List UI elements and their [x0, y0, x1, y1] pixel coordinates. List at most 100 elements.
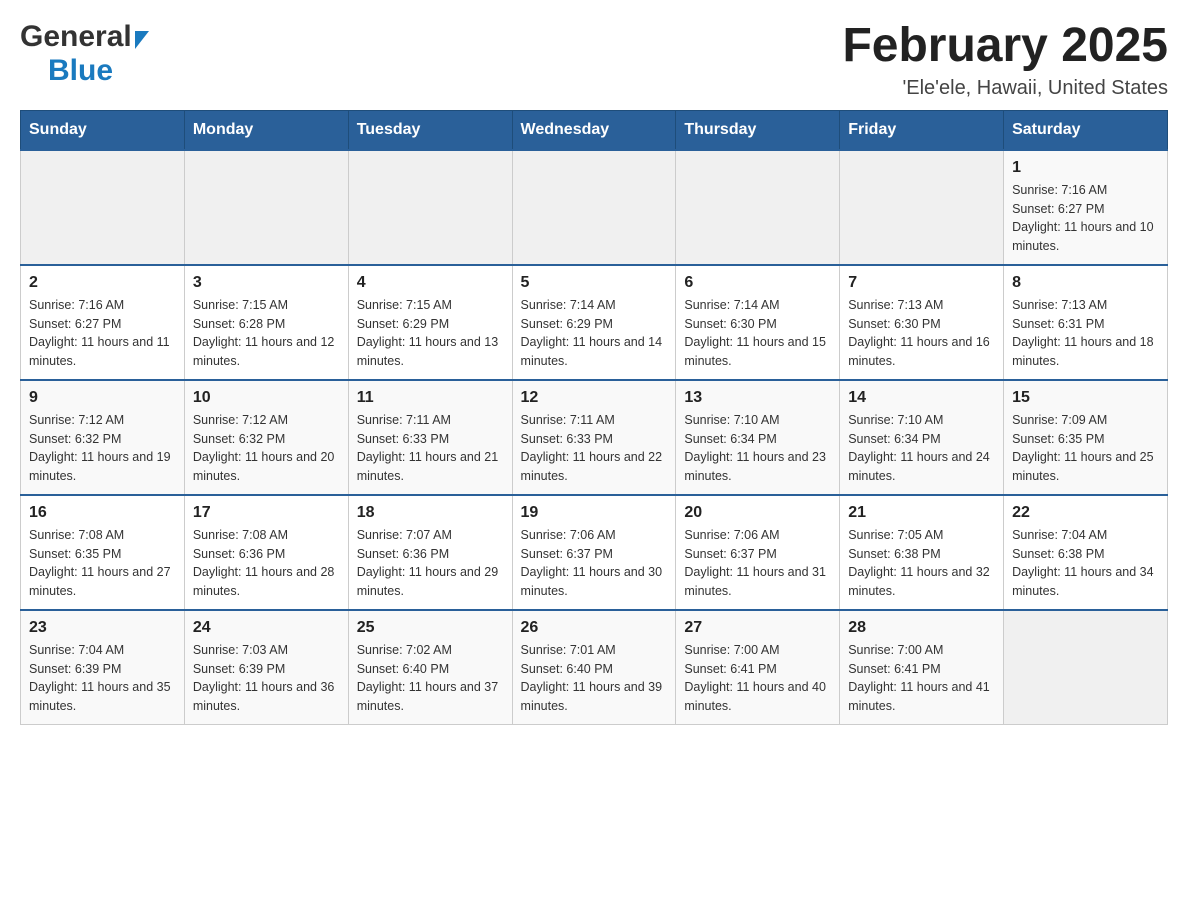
- calendar-day-cell: 15 Sunrise: 7:09 AM Sunset: 6:35 PM Dayli…: [1004, 380, 1168, 495]
- logo: General Blue: [20, 20, 149, 88]
- day-number: 5: [521, 274, 668, 292]
- calendar-day-cell: 22 Sunrise: 7:04 AM Sunset: 6:38 PM Dayli…: [1004, 495, 1168, 610]
- day-number: 17: [193, 504, 340, 522]
- calendar-day-cell: 9 Sunrise: 7:12 AM Sunset: 6:32 PM Daylig…: [21, 380, 185, 495]
- day-info: Sunrise: 7:14 AM Sunset: 6:29 PM Dayligh…: [521, 296, 668, 371]
- day-number: 2: [29, 274, 176, 292]
- day-info: Sunrise: 7:15 AM Sunset: 6:28 PM Dayligh…: [193, 296, 340, 371]
- day-number: 26: [521, 619, 668, 637]
- day-number: 6: [684, 274, 831, 292]
- day-number: 7: [848, 274, 995, 292]
- calendar-week-row: 9 Sunrise: 7:12 AM Sunset: 6:32 PM Daylig…: [21, 380, 1168, 495]
- day-number: 28: [848, 619, 995, 637]
- calendar-day-cell: [21, 150, 185, 265]
- calendar-day-cell: 14Sunrise: 7:10 AM Sunset: 6:34 PM Dayli…: [840, 380, 1004, 495]
- day-number: 4: [357, 274, 504, 292]
- day-number: 19: [521, 504, 668, 522]
- calendar-day-cell: 19 Sunrise: 7:06 AM Sunset: 6:37 PM Dayli…: [512, 495, 676, 610]
- calendar-day-cell: [348, 150, 512, 265]
- calendar-day-cell: 27 Sunrise: 7:00 AM Sunset: 6:41 PM Dayli…: [676, 610, 840, 725]
- day-info: Sunrise: 7:16 AM Sunset: 6:27 PM Dayligh…: [1012, 181, 1159, 256]
- day-info: Sunrise: 7:10 AM Sunset: 6:34 PM Dayligh…: [684, 411, 831, 486]
- calendar-day-cell: 21 Sunrise: 7:05 AM Sunset: 6:38 PM Dayli…: [840, 495, 1004, 610]
- day-info: Sunrise: 7:13 AM Sunset: 6:31 PM Dayligh…: [1012, 296, 1159, 371]
- day-info: Sunrise: 7:14 AM Sunset: 6:30 PM Dayligh…: [684, 296, 831, 371]
- day-info: Sunrise: 7:15 AM Sunset: 6:29 PM Dayligh…: [357, 296, 504, 371]
- day-info: Sunrise: 7:09 AM Sunset: 6:35 PM Dayligh…: [1012, 411, 1159, 486]
- day-number: 22: [1012, 504, 1159, 522]
- day-info: Sunrise: 7:11 AM Sunset: 6:33 PM Dayligh…: [521, 411, 668, 486]
- calendar-day-cell: 17 Sunrise: 7:08 AM Sunset: 6:36 PM Dayli…: [184, 495, 348, 610]
- calendar-day-cell: 1 Sunrise: 7:16 AM Sunset: 6:27 PM Daylig…: [1004, 150, 1168, 265]
- calendar-day-cell: [184, 150, 348, 265]
- calendar-day-cell: 12Sunrise: 7:11 AM Sunset: 6:33 PM Dayli…: [512, 380, 676, 495]
- day-info: Sunrise: 7:08 AM Sunset: 6:36 PM Dayligh…: [193, 526, 340, 601]
- day-info: Sunrise: 7:07 AM Sunset: 6:36 PM Dayligh…: [357, 526, 504, 601]
- day-info: Sunrise: 7:04 AM Sunset: 6:39 PM Dayligh…: [29, 641, 176, 716]
- logo-arrow-icon: [135, 31, 149, 49]
- day-info: Sunrise: 7:06 AM Sunset: 6:37 PM Dayligh…: [684, 526, 831, 601]
- calendar-header-monday: Monday: [184, 110, 348, 150]
- day-number: 10: [193, 389, 340, 407]
- day-info: Sunrise: 7:04 AM Sunset: 6:38 PM Dayligh…: [1012, 526, 1159, 601]
- day-info: Sunrise: 7:05 AM Sunset: 6:38 PM Dayligh…: [848, 526, 995, 601]
- day-info: Sunrise: 7:08 AM Sunset: 6:35 PM Dayligh…: [29, 526, 176, 601]
- calendar-day-cell: [1004, 610, 1168, 725]
- day-number: 25: [357, 619, 504, 637]
- calendar-day-cell: [676, 150, 840, 265]
- title-block: February 2025 'Ele'ele, Hawaii, United S…: [842, 20, 1168, 100]
- calendar-header-thursday: Thursday: [676, 110, 840, 150]
- location-subtitle: 'Ele'ele, Hawaii, United States: [842, 77, 1168, 100]
- day-number: 3: [193, 274, 340, 292]
- day-info: Sunrise: 7:03 AM Sunset: 6:39 PM Dayligh…: [193, 641, 340, 716]
- day-number: 15: [1012, 389, 1159, 407]
- day-info: Sunrise: 7:06 AM Sunset: 6:37 PM Dayligh…: [521, 526, 668, 601]
- day-number: 21: [848, 504, 995, 522]
- calendar-day-cell: 28 Sunrise: 7:00 AM Sunset: 6:41 PM Dayli…: [840, 610, 1004, 725]
- calendar-week-row: 16 Sunrise: 7:08 AM Sunset: 6:35 PM Dayli…: [21, 495, 1168, 610]
- day-number: 9: [29, 389, 176, 407]
- calendar-day-cell: 7 Sunrise: 7:13 AM Sunset: 6:30 PM Daylig…: [840, 265, 1004, 380]
- calendar-day-cell: 16 Sunrise: 7:08 AM Sunset: 6:35 PM Dayli…: [21, 495, 185, 610]
- calendar-day-cell: 26 Sunrise: 7:01 AM Sunset: 6:40 PM Dayli…: [512, 610, 676, 725]
- calendar-header-row: SundayMondayTuesdayWednesdayThursdayFrid…: [21, 110, 1168, 150]
- calendar-header-friday: Friday: [840, 110, 1004, 150]
- calendar-day-cell: 3 Sunrise: 7:15 AM Sunset: 6:28 PM Daylig…: [184, 265, 348, 380]
- page-header: General Blue February 2025 'Ele'ele, Haw…: [20, 20, 1168, 100]
- month-title: February 2025: [842, 20, 1168, 73]
- calendar-day-cell: 5 Sunrise: 7:14 AM Sunset: 6:29 PM Daylig…: [512, 265, 676, 380]
- day-info: Sunrise: 7:00 AM Sunset: 6:41 PM Dayligh…: [848, 641, 995, 716]
- day-info: Sunrise: 7:11 AM Sunset: 6:33 PM Dayligh…: [357, 411, 504, 486]
- day-info: Sunrise: 7:01 AM Sunset: 6:40 PM Dayligh…: [521, 641, 668, 716]
- day-info: Sunrise: 7:13 AM Sunset: 6:30 PM Dayligh…: [848, 296, 995, 371]
- day-number: 8: [1012, 274, 1159, 292]
- calendar-day-cell: 4 Sunrise: 7:15 AM Sunset: 6:29 PM Daylig…: [348, 265, 512, 380]
- calendar-day-cell: 2Sunrise: 7:16 AM Sunset: 6:27 PM Daylig…: [21, 265, 185, 380]
- calendar-day-cell: 11Sunrise: 7:11 AM Sunset: 6:33 PM Dayli…: [348, 380, 512, 495]
- calendar-day-cell: 13Sunrise: 7:10 AM Sunset: 6:34 PM Dayli…: [676, 380, 840, 495]
- calendar-day-cell: [512, 150, 676, 265]
- day-number: 27: [684, 619, 831, 637]
- calendar-week-row: 1 Sunrise: 7:16 AM Sunset: 6:27 PM Daylig…: [21, 150, 1168, 265]
- calendar-day-cell: 20Sunrise: 7:06 AM Sunset: 6:37 PM Dayli…: [676, 495, 840, 610]
- calendar-week-row: 23 Sunrise: 7:04 AM Sunset: 6:39 PM Dayli…: [21, 610, 1168, 725]
- calendar-header-wednesday: Wednesday: [512, 110, 676, 150]
- calendar-day-cell: 25 Sunrise: 7:02 AM Sunset: 6:40 PM Dayli…: [348, 610, 512, 725]
- calendar-header-sunday: Sunday: [21, 110, 185, 150]
- day-info: Sunrise: 7:00 AM Sunset: 6:41 PM Dayligh…: [684, 641, 831, 716]
- day-info: Sunrise: 7:10 AM Sunset: 6:34 PM Dayligh…: [848, 411, 995, 486]
- day-info: Sunrise: 7:12 AM Sunset: 6:32 PM Dayligh…: [29, 411, 176, 486]
- day-number: 16: [29, 504, 176, 522]
- calendar-header-saturday: Saturday: [1004, 110, 1168, 150]
- day-number: 24: [193, 619, 340, 637]
- calendar-week-row: 2Sunrise: 7:16 AM Sunset: 6:27 PM Daylig…: [21, 265, 1168, 380]
- calendar-day-cell: 24 Sunrise: 7:03 AM Sunset: 6:39 PM Dayli…: [184, 610, 348, 725]
- calendar-day-cell: 23 Sunrise: 7:04 AM Sunset: 6:39 PM Dayli…: [21, 610, 185, 725]
- day-info: Sunrise: 7:12 AM Sunset: 6:32 PM Dayligh…: [193, 411, 340, 486]
- day-info: Sunrise: 7:02 AM Sunset: 6:40 PM Dayligh…: [357, 641, 504, 716]
- day-number: 23: [29, 619, 176, 637]
- day-number: 1: [1012, 159, 1159, 177]
- logo-general-text: General: [20, 20, 132, 54]
- calendar-day-cell: 6 Sunrise: 7:14 AM Sunset: 6:30 PM Daylig…: [676, 265, 840, 380]
- day-number: 18: [357, 504, 504, 522]
